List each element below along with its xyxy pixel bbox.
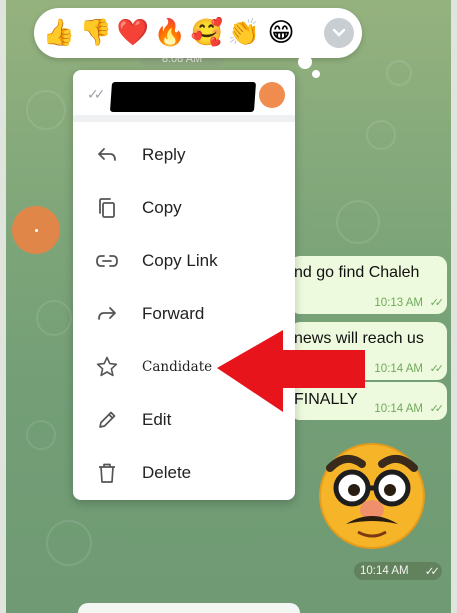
star-icon [95,355,119,379]
menu-item-label: Delete [142,462,192,482]
reaction-bubble-tail [312,70,320,78]
disguised-face-sticker[interactable] [316,438,428,550]
menu-item-label: Copy [142,197,182,217]
menu-item-label: Candidate [142,358,213,375]
message-time: 10:13 AM [374,297,423,309]
red-arrow-annotation [217,330,365,412]
menu-item-copy-link[interactable]: Copy Link [73,234,295,287]
chevron-down-icon [332,28,346,37]
menu-item-copy[interactable]: Copy [73,181,295,234]
reaction-bubble-tail [298,55,312,69]
forward-icon [95,302,119,326]
copy-icon [95,196,119,220]
bottom-input-pill [78,603,300,613]
avatar[interactable] [259,82,285,108]
read-ticks-icon: ✓✓ [429,296,445,309]
message-time: 10:14 AM [374,403,423,415]
menu-header: ✓✓ [73,70,295,122]
read-ticks-icon: ✓✓ [429,402,445,415]
reaction-beaming-face[interactable]: 😁 [264,16,298,50]
sticker-time-text: 10:14 AM [360,565,409,577]
read-ticks-icon: ✓✓ [424,564,440,578]
redacted-name [109,82,257,112]
message-context-menu: ✓✓ Reply Copy Copy Link Forward Candidat… [73,70,295,500]
pencil-icon [95,408,119,432]
message-time: 10:14 AM [374,363,423,375]
reaction-thumbs-down[interactable]: 👎 [79,16,113,50]
menu-item-label: Edit [142,409,172,429]
sticker-timestamp: 10:14 AM ✓✓ [354,562,442,580]
menu-item-label: Reply [142,144,186,164]
read-ticks-icon: ✓✓ [429,362,445,375]
message-bubble[interactable]: nd go find Chaleh 10:13 AM ✓✓ [290,256,447,314]
menu-item-label: Forward [142,303,205,323]
link-icon [95,249,119,273]
expand-reactions-button[interactable] [324,18,354,48]
message-text: nd go find Chaleh [294,264,420,281]
menu-item-label: Copy Link [142,250,218,270]
trash-icon [95,461,119,485]
reaction-fire[interactable]: 🔥 [153,16,187,50]
menu-item-reply[interactable]: Reply [73,128,295,181]
reaction-clapping-hands[interactable]: 👏 [227,16,261,50]
menu-item-delete[interactable]: Delete [73,446,295,499]
avatar-dot [12,206,60,254]
reply-icon [95,143,119,167]
reaction-smiling-face-with-hearts[interactable]: 🥰 [190,16,224,50]
read-ticks-icon: ✓✓ [87,87,106,103]
reaction-red-heart[interactable]: ❤️ [116,16,150,50]
reaction-bar: 👍 👎 ❤️ 🔥 🥰 👏 😁 [34,8,362,58]
reaction-thumbs-up[interactable]: 👍 [42,16,76,50]
